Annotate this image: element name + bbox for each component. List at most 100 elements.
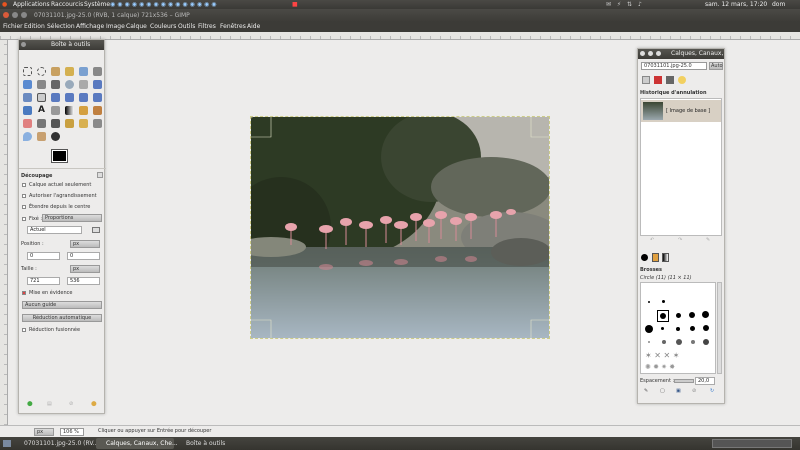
auto-shrink-button[interactable]: Réduction automatique <box>22 314 102 322</box>
save-options-icon[interactable]: ⬤ <box>27 401 33 407</box>
menu-edit[interactable]: Edition <box>24 22 45 32</box>
airbrush-tool-icon[interactable] <box>37 119 46 128</box>
layers-tab-icon[interactable] <box>642 76 650 84</box>
brush-swatch[interactable] <box>676 327 680 331</box>
reset-options-icon[interactable] <box>97 172 103 178</box>
guides-combo[interactable]: Aucun guide <box>22 301 102 309</box>
rotate-tool-icon[interactable] <box>51 93 60 102</box>
zoom-combo[interactable]: 106 % <box>60 428 84 436</box>
option-shrink-merged[interactable]: Réduction fusionnée <box>22 327 80 333</box>
channels-tab-icon[interactable] <box>654 76 662 84</box>
perspective-tool-icon[interactable] <box>93 93 102 102</box>
brush-swatch[interactable] <box>690 326 695 331</box>
brush-swatch[interactable] <box>702 311 709 318</box>
restore-options-icon[interactable]: ▤ <box>47 401 52 407</box>
color-select-tool-icon[interactable] <box>79 67 88 76</box>
aspect-landscape-icon[interactable] <box>92 227 100 233</box>
edit-brush-icon[interactable]: ✎ <box>644 388 648 394</box>
fuzzy-select-tool-icon[interactable] <box>65 67 74 76</box>
perspective-clone-tool-icon[interactable] <box>93 119 102 128</box>
redo-icon[interactable]: ↷ <box>678 237 682 243</box>
vertical-ruler[interactable] <box>0 40 8 425</box>
brush-swatch[interactable] <box>662 300 665 303</box>
launcher-icons[interactable]: ◉◉◉◉◉◉◉◉◉◉◉◉◉◉◉ <box>110 0 219 9</box>
history-item[interactable]: [ Image de base ] <box>641 100 721 122</box>
brush-scrollbar[interactable] <box>717 282 722 374</box>
paintbrush-tool-icon[interactable] <box>93 106 102 115</box>
measure-tool-icon[interactable] <box>79 80 88 89</box>
clone-tool-icon[interactable] <box>65 119 74 128</box>
brush-swatch[interactable] <box>676 339 682 345</box>
brush-swatch[interactable] <box>676 313 681 318</box>
unit-combo[interactable]: px <box>34 428 54 436</box>
layers-maximize-icon[interactable] <box>656 51 661 56</box>
taskbar-item-layers[interactable]: Calques, Canaux, Che... <box>96 438 178 449</box>
layers-close-icon[interactable] <box>640 51 645 56</box>
aspect-ratio-field[interactable]: Actuel <box>27 226 82 234</box>
brush-swatch[interactable] <box>648 341 650 343</box>
menu-view[interactable]: Affichage <box>76 22 104 32</box>
menu-select[interactable]: Sélection <box>47 22 75 32</box>
brush-swatch[interactable] <box>703 339 709 345</box>
delete-brush-icon[interactable]: ⊘ <box>692 388 696 394</box>
heal-tool-icon[interactable] <box>79 119 88 128</box>
position-y-field[interactable]: 0 <box>67 252 100 260</box>
patterns-tab-icon[interactable] <box>652 253 659 262</box>
menu-filters[interactable]: Filtres <box>198 22 216 32</box>
new-brush-icon[interactable]: ▢ <box>660 388 665 394</box>
size-width-field[interactable]: 721 <box>27 277 60 285</box>
undo-icon[interactable]: ↶ <box>650 237 654 243</box>
option-expand-center[interactable]: Étendre depuis le centre <box>22 204 90 210</box>
option-current-layer[interactable]: Calque actuel seulement <box>22 182 91 188</box>
close-window-icon[interactable] <box>3 12 9 18</box>
color-picker-tool-icon[interactable] <box>51 80 60 89</box>
scale-tool-icon[interactable] <box>65 93 74 102</box>
tray-icons[interactable]: ✉ ⚡ ⇅ ♪ <box>606 0 644 9</box>
ellipse-select-tool-icon[interactable] <box>37 67 46 76</box>
image-selector-combo[interactable]: 07031101.jpg-25.0 <box>641 62 707 70</box>
brush-swatch[interactable] <box>691 340 695 344</box>
smudge-tool-icon[interactable] <box>37 132 46 141</box>
eraser-tool-icon[interactable] <box>23 119 32 128</box>
dodge-burn-tool-icon[interactable] <box>51 132 60 141</box>
size-unit-combo[interactable]: px <box>70 265 100 273</box>
clear-history-icon[interactable]: ✎ <box>706 237 710 243</box>
foreground-select-tool-icon[interactable] <box>23 80 32 89</box>
align-tool-icon[interactable] <box>23 93 32 102</box>
crop-tool-icon[interactable] <box>37 93 46 102</box>
spacing-field[interactable]: 20,0 <box>695 377 715 385</box>
brush-swatch[interactable] <box>662 340 666 344</box>
menu-windows[interactable]: Fenêtres <box>220 22 246 32</box>
shear-tool-icon[interactable] <box>79 93 88 102</box>
brush-swatch[interactable] <box>689 312 695 318</box>
clock[interactable]: sam. 12 mars, 17:20 <box>705 0 767 9</box>
brush-swatch[interactable] <box>660 313 666 319</box>
brush-swatch[interactable] <box>661 327 664 330</box>
text-tool-icon[interactable]: A <box>37 106 46 115</box>
history-tab-icon[interactable] <box>678 76 686 84</box>
refresh-brushes-icon[interactable]: ↻ <box>710 388 714 394</box>
system-menu[interactable]: Système <box>84 0 110 9</box>
brush-swatch[interactable] <box>703 325 709 331</box>
position-unit-combo[interactable]: px <box>70 240 100 248</box>
taskbar-item-toolbox[interactable]: Boîte à outils <box>176 438 236 449</box>
ink-tool-icon[interactable] <box>51 119 60 128</box>
brush-swatch[interactable] <box>645 325 653 333</box>
brushes-tab-icon[interactable] <box>641 254 648 261</box>
canvas-image[interactable] <box>250 116 550 339</box>
option-allow-growing[interactable]: Autoriser l'agrandissement <box>22 193 97 199</box>
menu-layer[interactable]: Calque <box>126 22 147 32</box>
paths-tab-icon[interactable] <box>666 76 674 84</box>
move-tool-icon[interactable] <box>93 80 102 89</box>
free-select-tool-icon[interactable] <box>51 67 60 76</box>
scissors-tool-icon[interactable] <box>93 67 102 76</box>
toolbox-close-icon[interactable] <box>21 42 26 47</box>
menu-tools[interactable]: Outils <box>178 22 195 32</box>
workspace-switcher[interactable] <box>712 439 792 448</box>
zoom-tool-icon[interactable] <box>65 80 74 89</box>
menu-file[interactable]: Fichier <box>3 22 23 32</box>
option-highlight[interactable]: Mise en évidence <box>22 290 72 296</box>
brush-swatch[interactable] <box>648 301 650 303</box>
layers-minimize-icon[interactable] <box>648 51 653 56</box>
pencil-tool-icon[interactable] <box>79 106 88 115</box>
